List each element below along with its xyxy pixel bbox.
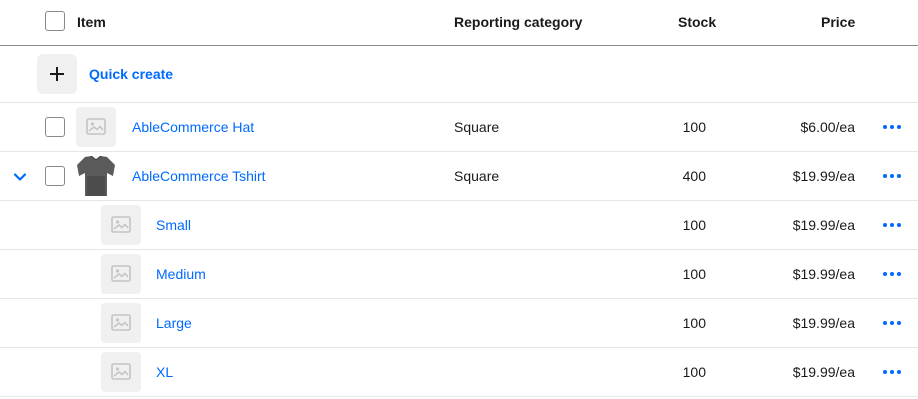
column-header-stock[interactable]: Stock	[678, 14, 716, 30]
variation-thumbnail	[101, 254, 141, 294]
variation-row[interactable]: XL 100 $19.99/ea	[0, 348, 918, 397]
variation-stock: 100	[682, 364, 706, 380]
variation-price: $19.99/ea	[792, 217, 855, 233]
quick-create-button[interactable]	[37, 54, 77, 94]
column-header-item[interactable]: Item	[77, 14, 106, 30]
more-options-icon[interactable]	[883, 370, 903, 376]
table-row[interactable]: AbleCommerce Tshirt Square 400 $19.99/ea	[0, 152, 918, 201]
variation-stock: 100	[682, 266, 706, 282]
item-category: Square	[454, 168, 500, 184]
variation-thumbnail	[101, 352, 141, 392]
chevron-down-icon[interactable]	[13, 172, 27, 182]
variation-price: $19.99/ea	[792, 315, 855, 331]
tshirt-image	[77, 156, 115, 196]
item-stock: 400	[682, 168, 706, 184]
variation-row[interactable]: Large 100 $19.99/ea	[0, 299, 918, 348]
row-checkbox[interactable]	[45, 117, 65, 137]
table-header: Item Reporting category Stock Price	[0, 0, 918, 46]
variation-thumbnail	[101, 303, 141, 343]
image-placeholder-icon	[111, 265, 131, 282]
item-name-link[interactable]: AbleCommerce Tshirt	[132, 168, 266, 184]
column-header-price[interactable]: Price	[821, 14, 855, 30]
quick-create-link[interactable]: Quick create	[89, 66, 173, 82]
item-category: Square	[454, 119, 500, 135]
more-options-icon[interactable]	[883, 272, 903, 278]
variation-stock: 100	[682, 315, 706, 331]
item-price: $19.99/ea	[792, 168, 855, 184]
variation-name-link[interactable]: Large	[156, 315, 192, 331]
item-thumbnail	[76, 107, 116, 147]
variation-row[interactable]: Medium 100 $19.99/ea	[0, 250, 918, 299]
table-row[interactable]: AbleCommerce Hat Square 100 $6.00/ea	[0, 103, 918, 152]
variation-name-link[interactable]: Medium	[156, 266, 206, 282]
image-placeholder-icon	[111, 363, 131, 380]
variation-stock: 100	[682, 217, 706, 233]
variation-name-link[interactable]: Small	[156, 217, 191, 233]
variation-name-link[interactable]: XL	[156, 364, 173, 380]
image-placeholder-icon	[111, 216, 131, 233]
item-stock: 100	[682, 119, 706, 135]
item-price: $6.00/ea	[800, 119, 856, 135]
image-placeholder-icon	[86, 118, 106, 135]
select-all-checkbox[interactable]	[45, 11, 65, 31]
more-options-icon[interactable]	[883, 174, 903, 180]
item-name-link[interactable]: AbleCommerce Hat	[132, 119, 254, 135]
more-options-icon[interactable]	[883, 223, 903, 229]
variation-row[interactable]: Small 100 $19.99/ea	[0, 201, 918, 250]
variation-price: $19.99/ea	[792, 364, 855, 380]
more-options-icon[interactable]	[883, 125, 903, 131]
variation-thumbnail	[101, 205, 141, 245]
row-checkbox[interactable]	[45, 166, 65, 186]
quick-create-row: Quick create	[0, 46, 918, 103]
variation-price: $19.99/ea	[792, 266, 855, 282]
more-options-icon[interactable]	[883, 321, 903, 327]
image-placeholder-icon	[111, 314, 131, 331]
column-header-reporting-category[interactable]: Reporting category	[454, 14, 582, 30]
